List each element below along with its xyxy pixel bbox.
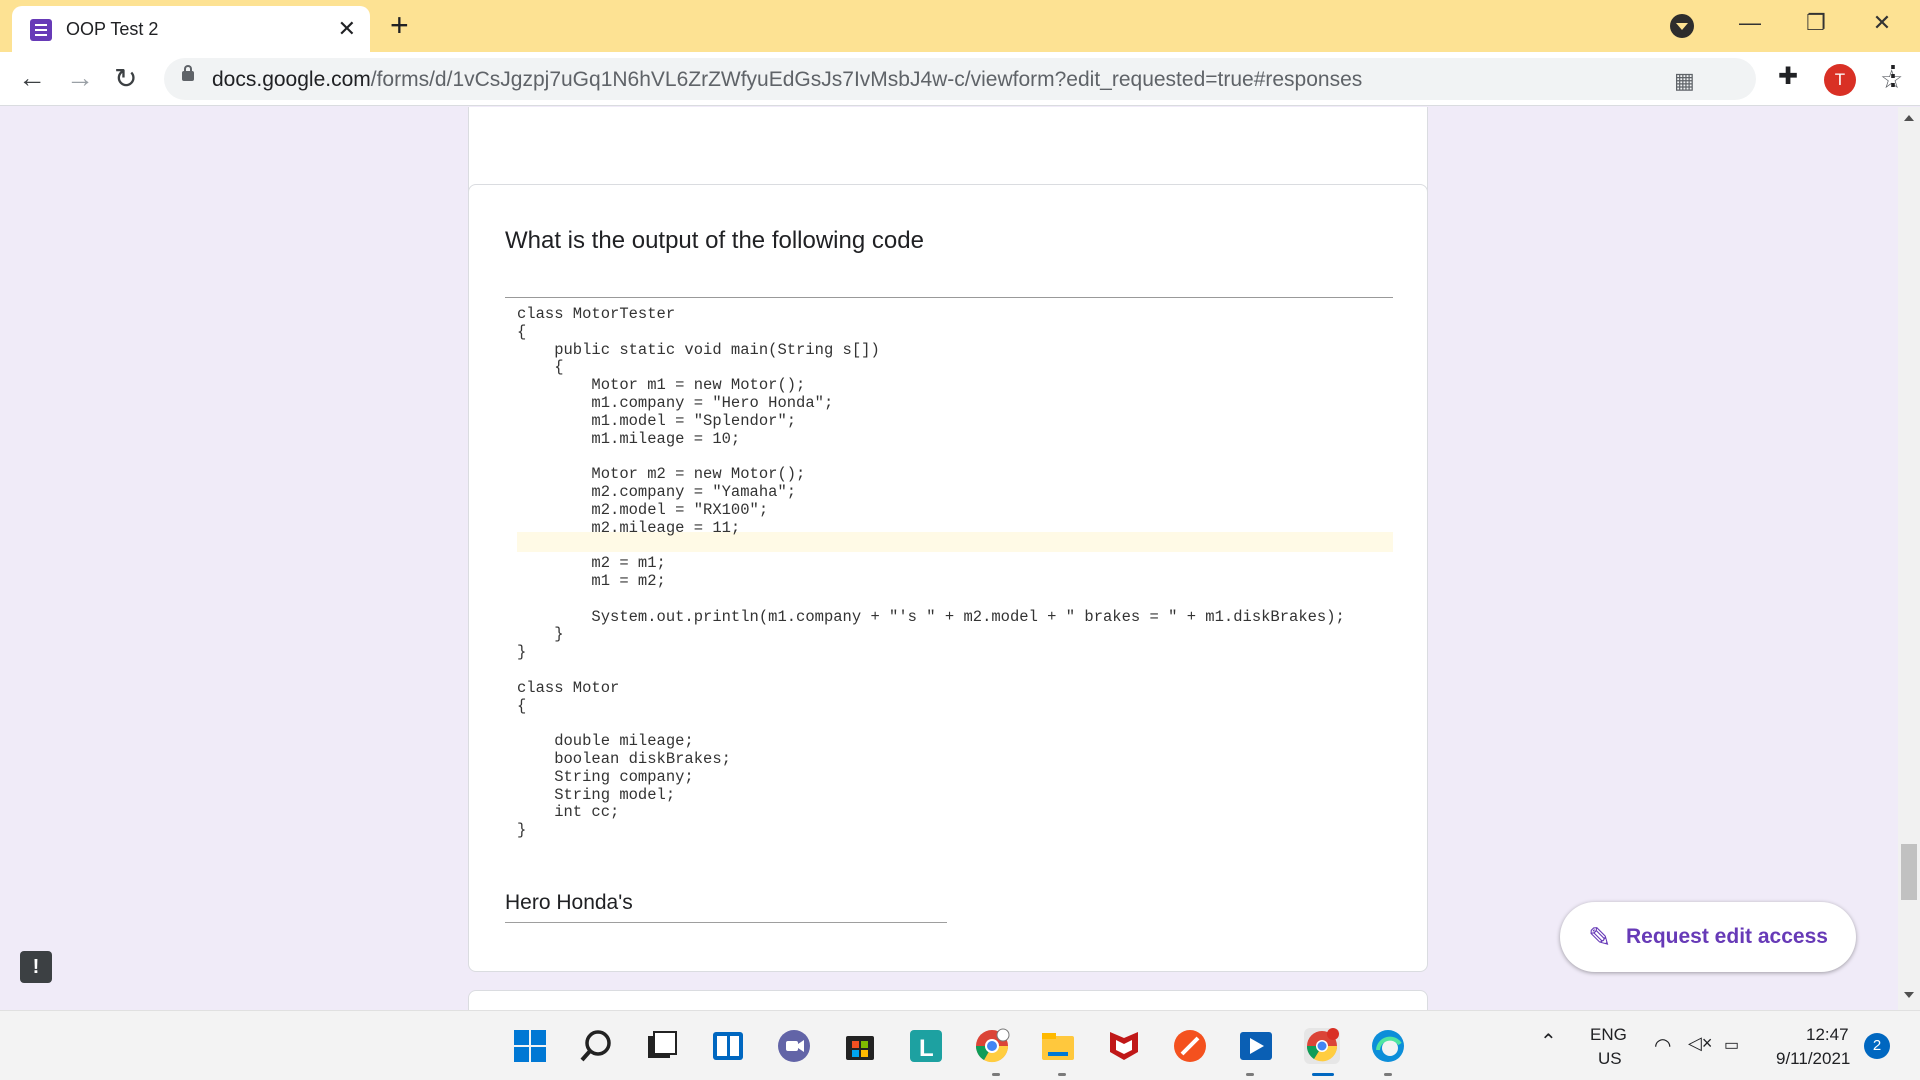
lock-icon (182, 65, 194, 81)
pencil-icon: ✎ (1588, 922, 1612, 953)
code-line: String company; (517, 767, 694, 786)
microsoft-store-icon[interactable] (842, 1028, 878, 1064)
address-bar[interactable]: docs.google.com/forms/d/1vCsJgzpj7uGq1N6… (164, 58, 1903, 100)
google-forms-icon (30, 19, 52, 41)
code-line: m1.company = "Hero Honda"; (517, 393, 834, 412)
edge-icon[interactable] (1370, 1028, 1406, 1064)
report-problem-icon[interactable]: ! (20, 951, 52, 983)
request-edit-access-label: Request edit access (1626, 925, 1828, 948)
code-line: Motor m1 = new Motor(); (517, 376, 806, 395)
tray-overflow-chevron-icon[interactable]: ⌃ (1540, 1029, 1557, 1054)
code-line: m1.model = "Splendor"; (517, 411, 797, 430)
media-player-icon[interactable] (1238, 1028, 1274, 1064)
code-line: double mileage; (517, 732, 694, 751)
scroll-up-arrow-icon[interactable] (1904, 115, 1914, 121)
code-line: { (517, 322, 527, 341)
teams-chat-icon[interactable] (776, 1028, 812, 1064)
browser-menu-icon[interactable]: ⋮ (1880, 60, 1906, 91)
code-line: String model; (517, 785, 676, 804)
chrome-alt-profile-icon[interactable] (974, 1028, 1010, 1064)
scroll-down-arrow-icon[interactable] (1904, 992, 1914, 998)
language-indicator-bottom[interactable]: US (1598, 1049, 1622, 1069)
restore-button[interactable]: ❐ (1786, 6, 1846, 40)
lockdown-browser-icon[interactable]: L (908, 1028, 944, 1064)
code-line: Motor m2 = new Motor(); (517, 465, 806, 484)
code-line: public static void main(String s[]) (517, 340, 880, 359)
code-line: { (517, 358, 564, 377)
page-scrollbar[interactable] (1898, 107, 1920, 1010)
forward-icon[interactable]: → (66, 62, 94, 94)
clock-date[interactable]: 9/11/2021 (1776, 1049, 1850, 1069)
tab-oop-test-2[interactable]: OOP Test 2 ✕ (12, 6, 370, 52)
code-line: m1 = m2; (517, 571, 666, 590)
extensions-icon[interactable]: ✚ (1778, 62, 1798, 91)
language-indicator-top[interactable]: ENG (1590, 1025, 1627, 1045)
code-line: class Motor (517, 678, 620, 697)
next-question-card (468, 990, 1428, 1010)
clock-time[interactable]: 12:47 (1806, 1025, 1849, 1045)
request-edit-access-button[interactable]: ✎ Request edit access (1560, 902, 1856, 972)
code-line: m2.company = "Yamaha"; (517, 482, 797, 501)
browser-toolbar: ← → ↻ docs.google.com/forms/d/1vCsJgzpj7… (0, 52, 1920, 106)
code-line: boolean diskBrakes; (517, 749, 731, 768)
pen-app-icon[interactable] (1172, 1028, 1208, 1064)
minimize-button[interactable]: — (1720, 6, 1780, 40)
code-line: } (517, 625, 564, 644)
chrome-active-icon[interactable] (1304, 1028, 1340, 1064)
tab-close-icon[interactable]: ✕ (338, 16, 356, 42)
url-text[interactable]: docs.google.com/forms/d/1vCsJgzpj7uGq1N6… (212, 68, 1362, 92)
tab-title: OOP Test 2 (66, 19, 159, 39)
browser-titlebar: OOP Test 2 ✕ + — ❐ ✕ (0, 0, 1920, 52)
battery-icon[interactable]: ▭ (1724, 1035, 1739, 1055)
windows-taskbar: L ⌃ ENG US ◠ ◁× ▭ 12:47 9/11/2021 2 (0, 1010, 1920, 1080)
code-line: } (517, 821, 527, 840)
scrollbar-thumb[interactable] (1901, 844, 1917, 900)
new-tab-button[interactable]: + (390, 8, 409, 42)
code-line: int cc; (517, 803, 620, 822)
task-view-icon[interactable] (644, 1028, 680, 1064)
search-icon[interactable] (578, 1028, 614, 1064)
reload-icon[interactable]: ↻ (114, 62, 137, 95)
code-line: m2 = m1; (517, 554, 666, 573)
back-icon[interactable]: ← (18, 62, 46, 94)
code-line: m2.model = "RX100"; (517, 500, 769, 519)
qr-code-icon[interactable]: ▦ (1674, 68, 1695, 94)
code-line: } (517, 643, 527, 662)
code-line: System.out.println(m1.company + "'s " + … (517, 607, 1345, 626)
code-line: class MotorTester (517, 305, 676, 323)
notification-badge[interactable]: 2 (1864, 1033, 1890, 1059)
answer-underline (505, 922, 947, 923)
widgets-icon[interactable] (710, 1028, 746, 1064)
code-line: { (517, 696, 527, 715)
tab-search-icon[interactable] (1670, 14, 1694, 38)
code-line: m1.mileage = 10; (517, 429, 741, 448)
question-card: What is the output of the following code… (468, 184, 1428, 972)
code-block: class MotorTester{ public static void ma… (517, 305, 1345, 840)
code-image: class MotorTester{ public static void ma… (505, 297, 1393, 857)
code-line: m2.mileage = 11; (517, 518, 741, 537)
profile-avatar[interactable]: T (1824, 64, 1856, 96)
answer-text: Hero Honda's (505, 891, 633, 914)
wifi-icon[interactable]: ◠ (1654, 1033, 1671, 1058)
close-window-button[interactable]: ✕ (1852, 6, 1912, 40)
svg-text:L: L (919, 1035, 934, 1062)
windows-start-icon[interactable] (512, 1028, 548, 1064)
file-explorer-icon[interactable] (1040, 1028, 1076, 1064)
volume-muted-icon[interactable]: ◁× (1688, 1033, 1712, 1054)
form-page: What is the output of the following code… (0, 107, 1898, 1010)
question-title: What is the output of the following code (505, 227, 924, 254)
mcafee-icon[interactable] (1106, 1028, 1142, 1064)
